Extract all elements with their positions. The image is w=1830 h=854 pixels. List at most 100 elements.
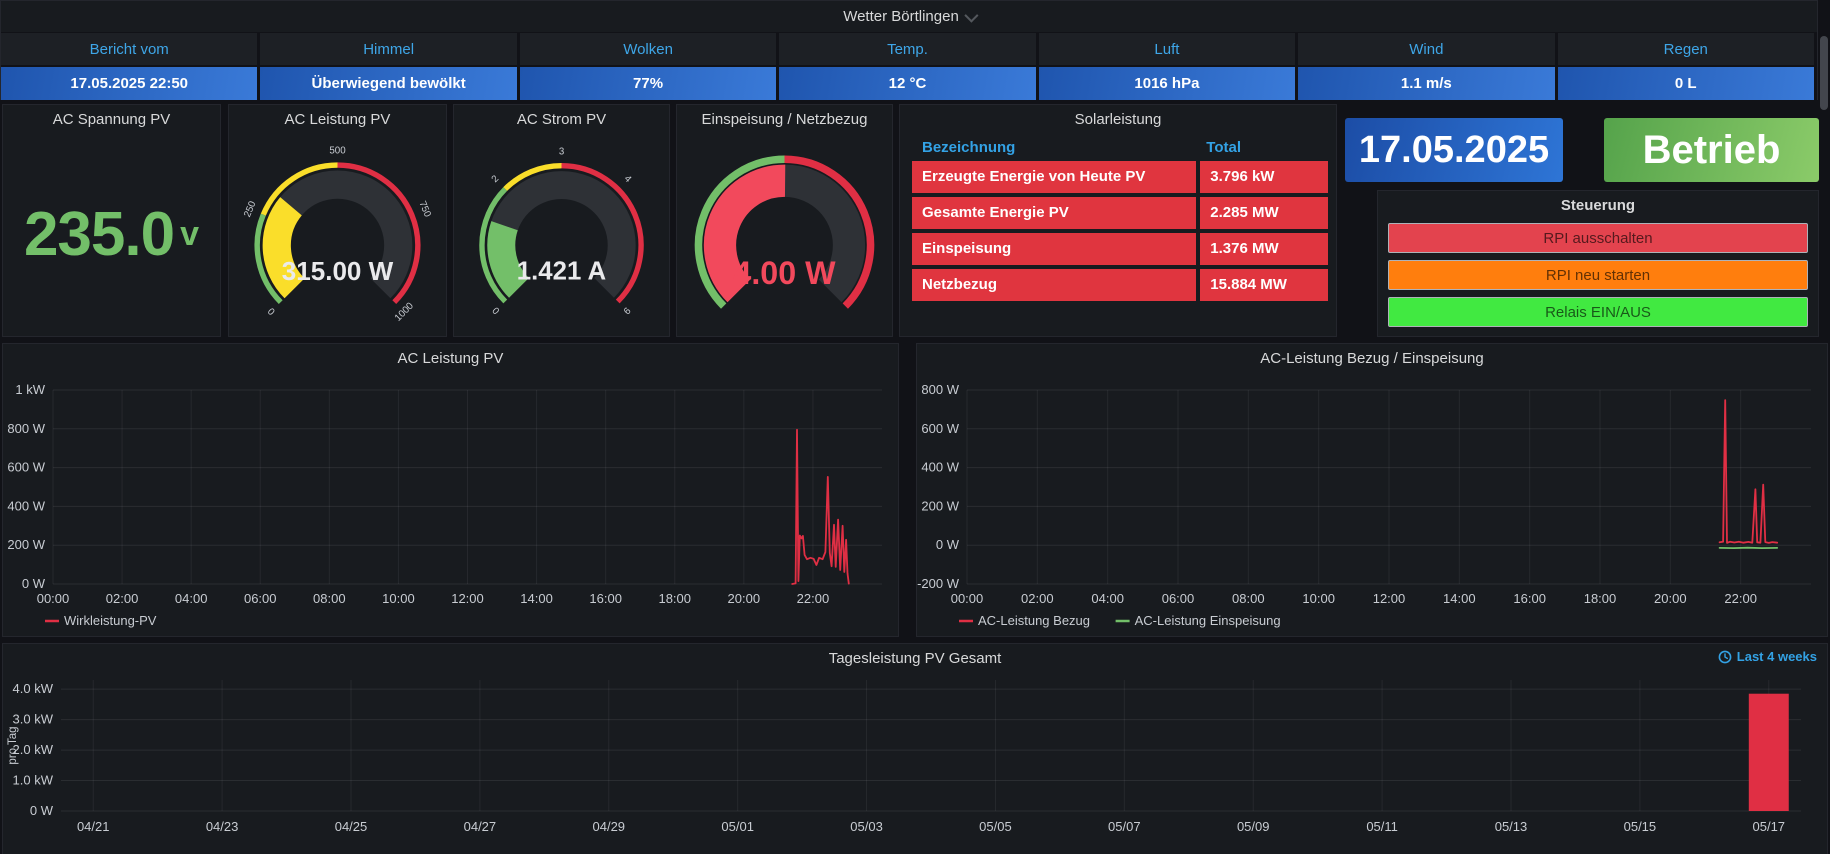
x-axis-tick-label: 00:00	[37, 591, 70, 606]
y-axis-tick-label: 200 W	[921, 498, 959, 513]
weather-header-row: Bericht vomHimmelWolkenTemp.LuftWindRege…	[1, 32, 1817, 65]
gauge-value-text: 315.00 W	[282, 256, 394, 286]
x-axis-tick-label: 05/01	[721, 819, 754, 834]
solar-row-label: Netzbezug	[912, 269, 1196, 301]
y-axis-tick-label: 600 W	[921, 421, 959, 436]
y-axis-tick-label: 1 kW	[15, 382, 45, 397]
solar-table-row: Erzeugte Energie von Heute PV3.796 kW	[912, 161, 1324, 193]
solar-row-value: 3.796 kW	[1200, 161, 1328, 193]
legend-label[interactable]: AC-Leistung Einspeisung	[1135, 613, 1281, 628]
x-axis-tick-label: 04/23	[206, 819, 239, 834]
x-axis-tick-label: 02:00	[106, 591, 139, 606]
x-axis-tick-label: 16:00	[589, 591, 622, 606]
x-axis-tick-label: 04/29	[593, 819, 626, 834]
legend-label[interactable]: Wirkleistung-PV	[64, 613, 157, 628]
panel-title[interactable]: Einspeisung / Netzbezug	[677, 105, 892, 133]
gauge-ac-strom-pv: 023461.421 A	[454, 133, 669, 336]
voltage-unit: v	[180, 215, 199, 254]
solar-row-label: Erzeugte Energie von Heute PV	[912, 161, 1196, 193]
panel-title[interactable]: AC Strom PV	[454, 105, 669, 133]
weather-value-cell: 17.05.2025 22:50	[1, 65, 260, 100]
scrollbar-thumb[interactable]	[1820, 36, 1828, 110]
weather-value-cell: Überwiegend bewölkt	[260, 65, 519, 100]
weather-value-cell: 1.1 m/s	[1298, 65, 1557, 100]
x-axis-tick-label: 04:00	[175, 591, 208, 606]
gauge-tick-label: 750	[416, 200, 433, 220]
x-axis-tick-label: 08:00	[313, 591, 346, 606]
bezug-einspeisung-chart-panel: AC-Leistung Bezug / Einspeisung 800 W 600…	[916, 343, 1828, 637]
rpi-restart-button[interactable]: RPI neu starten	[1388, 260, 1808, 290]
y-axis-tick-label: 800 W	[921, 382, 959, 397]
panel-title[interactable]: AC Leistung PV	[229, 105, 446, 133]
gauge-tick-label: 0	[265, 306, 277, 318]
panel-title[interactable]: Solarleistung	[900, 105, 1336, 133]
solar-row-label: Einspeisung	[912, 233, 1196, 265]
panel-title[interactable]: AC-Leistung Bezug / Einspeisung	[917, 344, 1827, 372]
ac-spannung-panel: AC Spannung PV 235.0 v	[2, 104, 221, 337]
ac-leistung-gauge-panel: AC Leistung PV 02505007501000315.00 W	[228, 104, 447, 337]
weather-column-header: Wolken	[520, 32, 779, 65]
gauge-tick-label: 250	[242, 199, 259, 219]
panel-title[interactable]: Steuerung	[1378, 191, 1818, 219]
y-axis-tick-label: 1.0 kW	[13, 773, 54, 788]
y-axis-tick-label: -200 W	[917, 576, 960, 591]
x-axis-tick-label: 05/17	[1753, 819, 1786, 834]
x-axis-tick-label: 10:00	[1302, 591, 1335, 606]
y-axis-tick-label: 400 W	[921, 460, 959, 475]
y-axis-title: pro Tag	[7, 726, 19, 764]
x-axis-tick-label: 12:00	[451, 591, 484, 606]
x-axis-tick-label: 04:00	[1091, 591, 1124, 606]
y-axis-tick-label: 0 W	[936, 537, 960, 552]
panel-title[interactable]: Tagesleistung PV Gesamt	[3, 644, 1827, 672]
relais-toggle-button[interactable]: Relais EIN/AUS	[1388, 297, 1808, 327]
y-axis-tick-label: 200 W	[7, 537, 45, 552]
x-axis-tick-label: 22:00	[797, 591, 830, 606]
x-axis-tick-label: 06:00	[244, 591, 277, 606]
weather-column-header: Bericht vom	[1, 32, 260, 65]
time-range-text: Last 4 weeks	[1737, 649, 1817, 664]
x-axis-tick-label: 06:00	[1162, 591, 1195, 606]
solar-col-total[interactable]: Total	[1196, 139, 1324, 156]
y-axis-tick-label: 600 W	[7, 460, 45, 475]
gauge-tick-label: 500	[329, 146, 346, 157]
gauge-tick-label: 3	[559, 146, 564, 157]
line-chart-svg: 800 W600 W400 W200 W0 W-200 W00:0002:000…	[917, 372, 1827, 636]
x-axis-tick-label: 05/11	[1366, 819, 1398, 834]
weather-panel-title[interactable]: Wetter Börtlingen	[1, 1, 1817, 32]
gauge-tick-label: 6	[622, 306, 634, 318]
weather-column-header: Luft	[1039, 32, 1298, 65]
gauge-ac-leistung-pv: 02505007501000315.00 W	[229, 133, 446, 336]
gauge-tick-label: 2	[490, 173, 502, 185]
weather-value-cell: 1016 hPa	[1039, 65, 1298, 100]
y-axis-tick-label: 3.0 kW	[13, 712, 54, 727]
time-range-label[interactable]: Last 4 weeks	[1718, 649, 1817, 664]
x-axis-tick-label: 04/21	[77, 819, 110, 834]
panel-title[interactable]: AC Spannung PV	[3, 105, 220, 133]
weather-column-header: Regen	[1558, 32, 1817, 65]
weather-panel: Wetter Börtlingen Bericht vomHimmelWolke…	[0, 0, 1818, 100]
x-axis-tick-label: 05/03	[850, 819, 883, 834]
einspeisung-gauge-panel: Einspeisung / Netzbezug 4.00 W	[676, 104, 893, 337]
legend-label[interactable]: AC-Leistung Bezug	[978, 613, 1090, 628]
x-axis-tick-label: 18:00	[1584, 591, 1617, 606]
bar-chart: 4.0 kW3.0 kW2.0 kW1.0 kW0 W04/2104/2304/…	[3, 672, 1827, 854]
rpi-off-button[interactable]: RPI ausschalten	[1388, 223, 1808, 253]
tagesleistung-chart-panel: Tagesleistung PV Gesamt Last 4 weeks 4.0…	[2, 643, 1828, 854]
panel-title[interactable]: AC Leistung PV	[3, 344, 898, 372]
x-axis-tick-label: 05/07	[1108, 819, 1141, 834]
x-axis-tick-label: 16:00	[1513, 591, 1546, 606]
x-axis-tick-label: 10:00	[382, 591, 415, 606]
date-panel: 17.05.2025	[1345, 118, 1563, 182]
weather-value-cell: 12 °C	[779, 65, 1038, 100]
x-axis-tick-label: 05/15	[1624, 819, 1657, 834]
solar-col-bezeichnung[interactable]: Bezeichnung	[912, 139, 1196, 156]
grafana-dashboard: Wetter Börtlingen Bericht vomHimmelWolke…	[0, 0, 1830, 854]
x-axis-tick-label: 12:00	[1373, 591, 1406, 606]
panel-menu-caret-icon[interactable]	[964, 8, 978, 22]
time-series-chart: 1 kW800 W600 W400 W200 W0 W00:0002:0004:…	[3, 372, 898, 636]
time-series-chart: 800 W600 W400 W200 W0 W-200 W00:0002:000…	[917, 372, 1827, 636]
voltage-value-wrap: 235.0 v	[3, 133, 220, 336]
x-axis-tick-label: 20:00	[728, 591, 761, 606]
weather-value-cell: 77%	[520, 65, 779, 100]
y-axis-tick-label: 4.0 kW	[13, 681, 54, 696]
